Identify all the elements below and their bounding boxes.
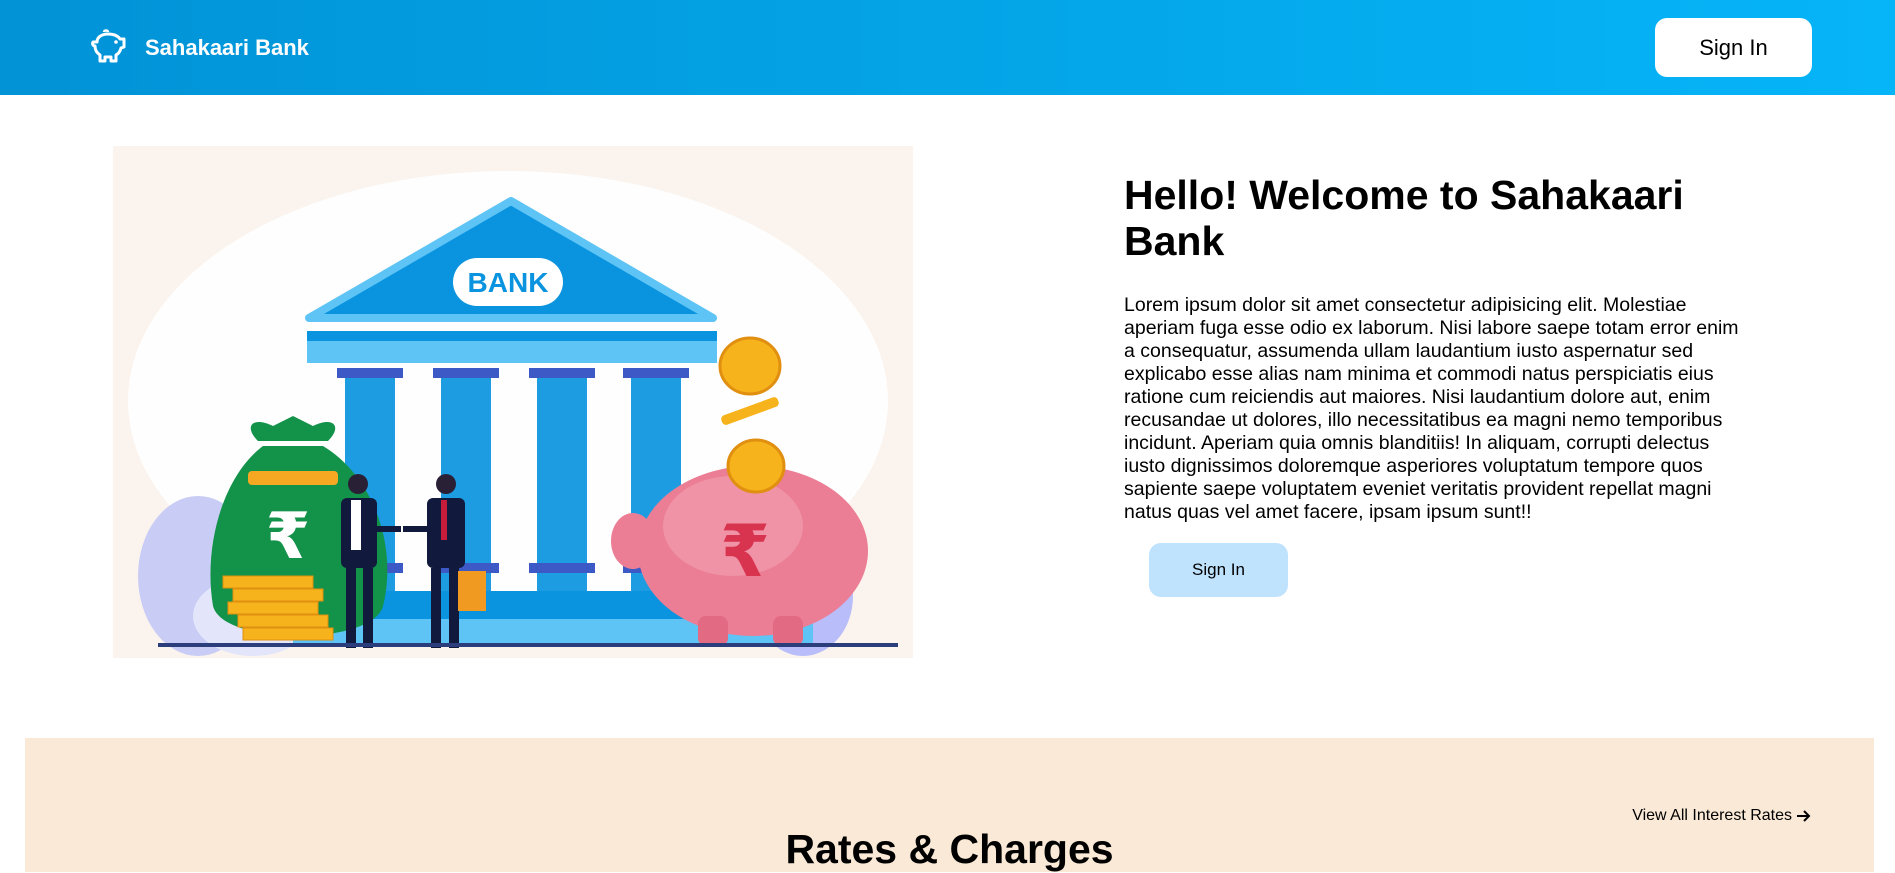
arrow-right-icon	[1797, 810, 1811, 822]
brand[interactable]: Sahakaari Bank	[89, 28, 309, 68]
rates-link-label: View All Interest Rates	[1632, 807, 1792, 824]
view-all-interest-rates-link[interactable]: View All Interest Rates	[1632, 807, 1812, 825]
bank-illustration: BANK ₹ ₹	[113, 146, 913, 658]
bank-sign-text: BANK	[468, 267, 549, 298]
hero-section: Hello! Welcome to Sahakaari Bank Lorem i…	[1124, 172, 1764, 597]
currency-symbol-piggy: ₹	[720, 509, 770, 593]
hero-paragraph: Lorem ipsum dolor sit amet consectetur a…	[1124, 294, 1739, 523]
header-sign-in-button[interactable]: Sign In	[1655, 18, 1812, 77]
currency-symbol-bag: ₹	[266, 500, 311, 574]
rates-title: Rates & Charges	[785, 826, 1114, 872]
rates-section: View All Interest Rates Rates & Charges	[25, 738, 1874, 872]
piggy-bank-icon	[91, 28, 126, 62]
brand-name: Sahakaari Bank	[145, 34, 309, 60]
top-navbar: Sahakaari Bank Sign In	[0, 0, 1895, 95]
hero-sign-in-button[interactable]: Sign In	[1149, 543, 1288, 597]
hero-title: Hello! Welcome to Sahakaari Bank	[1124, 172, 1684, 264]
